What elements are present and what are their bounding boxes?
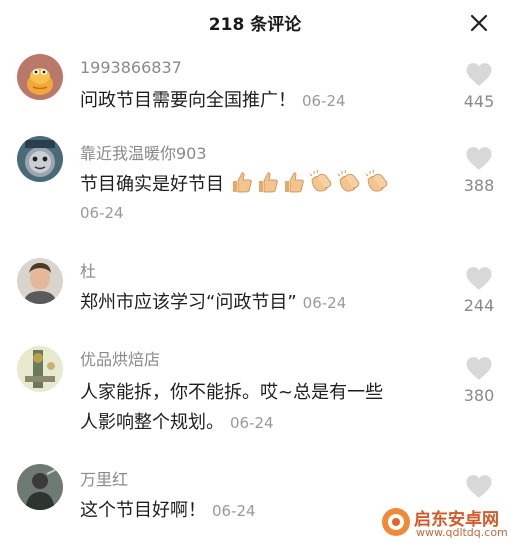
heart-icon bbox=[466, 63, 492, 86]
comment-text: 节目确实是好节目 bbox=[80, 170, 440, 200]
comment-body-line-2: 人影响整个规划。 bbox=[80, 412, 224, 433]
watermark: 启东安卓网 www.qdltdq.com bbox=[380, 502, 508, 542]
like-button[interactable]: 445 bbox=[455, 62, 503, 111]
thumbs-up-icon bbox=[284, 172, 304, 193]
close-icon bbox=[470, 14, 488, 32]
comments-header: 218 条评论 bbox=[0, 0, 510, 46]
like-count: 388 bbox=[463, 176, 495, 195]
heart-icon bbox=[466, 475, 492, 498]
comment-text: 人家能拆，你不能拆。哎~总是有一些 人影响整个规划。 06-24 bbox=[80, 378, 450, 438]
avatar[interactable] bbox=[17, 54, 63, 100]
comment-username[interactable]: 1993866837 bbox=[80, 58, 182, 77]
like-button[interactable]: 380 bbox=[455, 356, 503, 405]
comment-body: 问政节目需要向全国推广！ bbox=[80, 90, 296, 111]
avatar-bakery-icon bbox=[17, 346, 63, 392]
comment-text: 郑州市应该学习“问政节目” 06-24 bbox=[80, 288, 440, 318]
comment-date: 06-24 bbox=[302, 92, 346, 110]
comment-date: 06-24 bbox=[212, 502, 256, 520]
clapping-hands-icon bbox=[309, 170, 332, 192]
comment-date: 06-24 bbox=[230, 414, 274, 432]
avatar[interactable] bbox=[17, 464, 63, 510]
watermark-url: www.qdltdq.com bbox=[416, 526, 508, 539]
like-button[interactable]: 388 bbox=[455, 146, 503, 195]
thumbs-up-icon bbox=[258, 172, 278, 193]
comment-body: 郑州市应该学习“问政节目” bbox=[80, 292, 297, 313]
comment-body: 节目确实是好节目 bbox=[80, 174, 224, 195]
close-button[interactable] bbox=[464, 8, 494, 38]
heart-icon bbox=[466, 357, 492, 380]
like-button[interactable] bbox=[455, 474, 503, 499]
clapping-hands-icon bbox=[365, 170, 388, 192]
thumbs-up-icon bbox=[232, 172, 252, 193]
comment-text: 问政节目需要向全国推广！ 06-24 bbox=[80, 86, 440, 116]
comment-body-line-1: 人家能拆，你不能拆。哎~总是有一些 bbox=[80, 382, 384, 403]
avatar[interactable] bbox=[17, 136, 63, 182]
comment-username[interactable]: 杜 bbox=[80, 258, 96, 282]
like-button[interactable]: 244 bbox=[455, 266, 503, 315]
heart-icon bbox=[466, 147, 492, 170]
comment-count-title: 218 条评论 bbox=[208, 15, 302, 35]
watermark-logo-icon bbox=[382, 508, 410, 536]
avatar-train-icon bbox=[17, 136, 63, 182]
like-count: 244 bbox=[463, 296, 495, 315]
avatar-figure-icon bbox=[17, 464, 63, 510]
comment-username[interactable]: 万里红 bbox=[80, 466, 128, 490]
comment-body: 这个节目好啊！ bbox=[80, 500, 206, 521]
like-count: 445 bbox=[463, 92, 495, 111]
comment-date: 06-24 bbox=[80, 204, 124, 222]
comment-username[interactable]: 靠近我温暖你903 bbox=[80, 140, 207, 164]
comment-username[interactable]: 优品烘焙店 bbox=[80, 346, 160, 370]
avatar[interactable] bbox=[17, 258, 63, 304]
clapping-hands-icon bbox=[337, 170, 360, 192]
avatar-portrait-icon bbox=[17, 258, 63, 304]
heart-icon bbox=[466, 267, 492, 290]
comment-date: 06-24 bbox=[302, 294, 347, 312]
avatar-cartoon-icon bbox=[17, 54, 63, 100]
avatar[interactable] bbox=[17, 346, 63, 392]
like-count: 380 bbox=[463, 386, 495, 405]
